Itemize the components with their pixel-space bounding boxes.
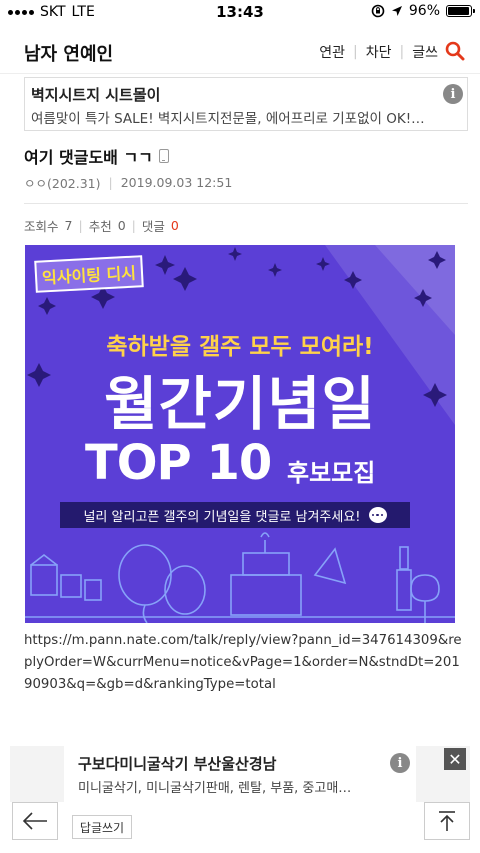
banner-logo: 익사이팅 디시 [34, 255, 144, 293]
battery-fill [448, 7, 470, 15]
ad-title: 벽지시트지 시트몰이 [31, 86, 161, 104]
back-button[interactable] [12, 802, 58, 840]
nav-write[interactable]: 글쓰 [412, 42, 438, 62]
close-icon[interactable]: ✕ [444, 748, 466, 770]
location-icon [391, 6, 402, 16]
scroll-top-button[interactable] [424, 802, 470, 840]
bottom-ad-banner[interactable]: 구보다미니굴삭기 부산울산경남 미니굴삭기, 미니굴삭기판매, 렌탈, 부품, … [10, 746, 470, 802]
info-icon[interactable]: i [443, 84, 463, 104]
nav-related[interactable]: 연관 [319, 42, 345, 62]
battery-icon [446, 5, 475, 17]
reply-button[interactable]: 답글쓰기 [72, 815, 132, 839]
status-bar: SKT LTE 13:43 96% [0, 0, 480, 24]
post-meta: ㅇㅇ(202.31) | 2019.09.03 12:51 [24, 173, 232, 192]
recommend-label: 추천 [88, 219, 112, 234]
arrow-left-icon [22, 812, 47, 830]
nav-divider: | [399, 44, 405, 60]
top-ad-banner[interactable]: 벽지시트지 시트몰이 여름맞이 특가 SALE! 벽지시트지전문몰, 에어프리로… [24, 77, 468, 131]
mobile-icon [158, 149, 169, 163]
banner-subtitle: 축하받을 갤주 모두 모여라! [106, 334, 374, 360]
info-icon[interactable]: i [390, 753, 410, 773]
banner-caption: 널리 알리고픈 갤주의 기념일을 댓글로 남겨주세요! [60, 502, 410, 528]
banner-main-title: 월간기념일 [104, 370, 376, 438]
ad-description: 여름맞이 특가 SALE! 벽지시트지전문몰, 에어프리로 기포없이 OK!… [31, 111, 425, 127]
status-right: 96% [371, 3, 475, 19]
comments-label[interactable]: 댓글 [142, 216, 165, 235]
post-date: 2019.09.03 12:51 [120, 175, 233, 190]
event-banner-image[interactable]: 익사이팅 디시 축하받을 갤주 모두 모여라! 월간기념일 TOP 10 후보모… [25, 245, 455, 623]
nav-block[interactable]: 차단 [366, 42, 392, 62]
views-count: 7 [64, 218, 73, 233]
post-author[interactable]: ㅇㅇ(202.31) [24, 173, 101, 192]
chat-bubble-icon [368, 507, 387, 523]
bottom-ad-title: 구보다미니굴삭기 부산울산경남 [78, 755, 277, 773]
board-header: 남자 연예인 연관 | 차단 | 글쓰 [0, 30, 480, 74]
post-title-text: 여기 댓글도배 ㄱㄱ [24, 148, 153, 167]
stats-divider: | [131, 218, 136, 233]
arrow-up-icon [439, 811, 455, 831]
bottom-ad-description: 미니굴삭기, 미니굴삭기판매, 렌탈, 부품, 중고매… [78, 781, 352, 796]
board-title[interactable]: 남자 연예인 [24, 40, 113, 66]
bottom-ad-content[interactable]: 구보다미니굴삭기 부산울산경남 미니굴삭기, 미니굴삭기판매, 렌탈, 부품, … [64, 746, 416, 802]
post-stats: 조회수 7 | 추천 0 | 댓글 0 [24, 216, 179, 235]
views-label: 조회수 [24, 219, 59, 234]
lock-rotation-icon [371, 4, 385, 18]
comments-count[interactable]: 0 [171, 218, 179, 233]
banner-caption-text: 널리 알리고픈 갤주의 기념일을 댓글로 남겨주세요! [83, 509, 361, 525]
header-nav: 연관 | 차단 | 글쓰 [319, 42, 438, 62]
stats-divider: | [78, 218, 83, 233]
banner-recruit: 후보모집 [287, 459, 376, 487]
search-button[interactable] [442, 38, 468, 64]
post-body-url: https://m.pann.nate.com/talk/reply/view?… [24, 633, 462, 692]
battery-percent: 96% [408, 3, 440, 19]
nav-divider: | [353, 44, 358, 60]
post-title: 여기 댓글도배 ㄱㄱ [24, 144, 169, 168]
search-icon [445, 41, 465, 61]
meta-divider: | [108, 175, 113, 190]
banner-top10: TOP 10 [85, 435, 272, 491]
recommend-count: 0 [117, 218, 126, 233]
divider [24, 203, 468, 204]
